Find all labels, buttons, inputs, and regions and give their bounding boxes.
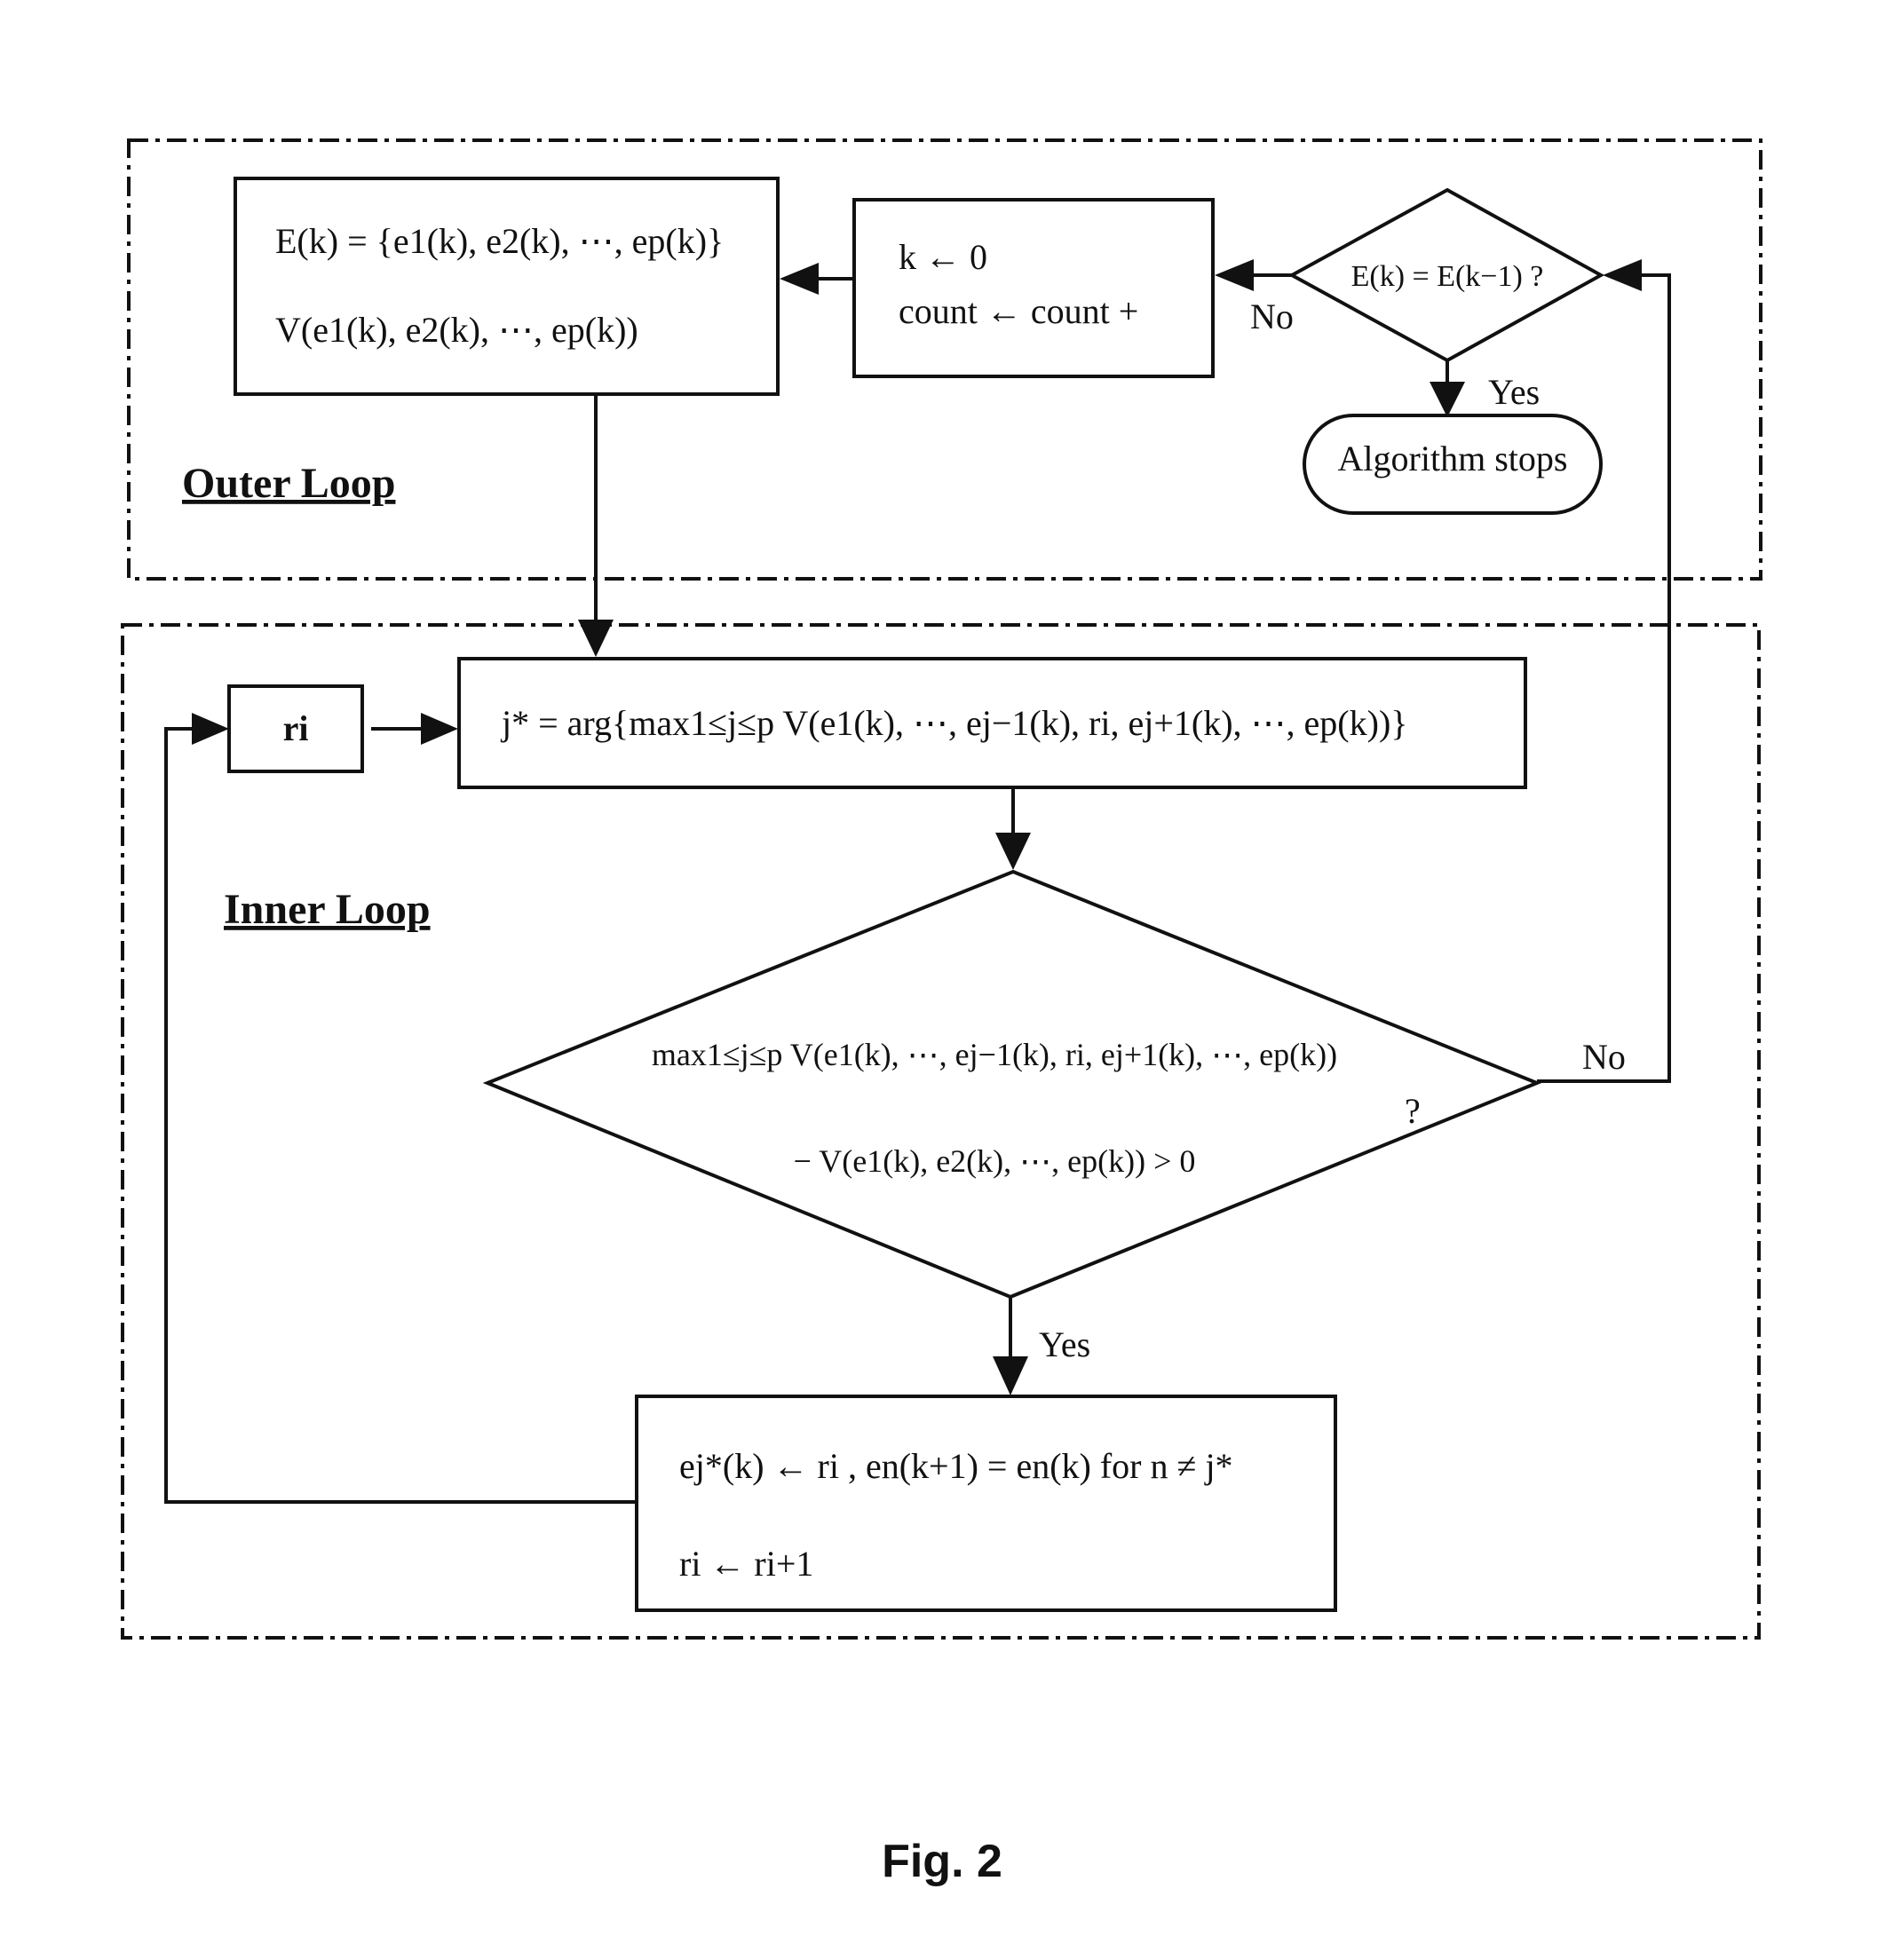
- arrowhead: [1215, 259, 1254, 291]
- flowchart: Outer Loop Inner Loop E(k) = {e1(k), e2(…: [121, 138, 1762, 1887]
- stop-text: Algorithm stops: [1338, 439, 1568, 478]
- converged-text: E(k) = E(k−1) ?: [1351, 260, 1544, 293]
- node-stop: Algorithm stops: [1303, 414, 1603, 515]
- figure-caption: Fig. 2: [882, 1836, 1002, 1887]
- node-update: ej*(k) ← ri , en(k+1) = en(k) for n ≠ j*…: [635, 1395, 1337, 1612]
- arrowhead: [1430, 382, 1465, 417]
- arrowhead: [780, 263, 819, 295]
- outer-loop-label: Outer Loop: [182, 460, 395, 507]
- node-converged: E(k) = E(k−1) ?: [1287, 187, 1605, 363]
- arrowhead: [993, 1356, 1028, 1395]
- improve-yes-label: Yes: [1039, 1324, 1090, 1364]
- e-set-line2: V(e1(k), e2(k), ⋯, ep(k)): [275, 310, 638, 350]
- arrowhead: [421, 713, 458, 745]
- init-line2: count ← count +: [899, 291, 1138, 331]
- arrowhead: [1603, 259, 1642, 291]
- arrowhead: [192, 713, 229, 745]
- argmax-text: j* = arg{max1≤j≤p V(e1(k), ⋯, ej−1(k), r…: [500, 703, 1407, 743]
- init-line1: k ← 0: [899, 237, 987, 277]
- e-set-line1: E(k) = {e1(k), e2(k), ⋯, ep(k)}: [275, 221, 724, 261]
- improve-line2: − V(e1(k), e2(k), ⋯, ep(k)) > 0: [794, 1143, 1196, 1179]
- converged-yes-label: Yes: [1488, 372, 1540, 412]
- node-ri: ri: [227, 684, 364, 773]
- improve-question: ?: [1405, 1091, 1421, 1131]
- ri-text: ri: [283, 708, 309, 748]
- inner-loop-label: Inner Loop: [224, 886, 431, 933]
- improve-line1: max1≤j≤p V(e1(k), ⋯, ej−1(k), ri, ej+1(k…: [652, 1037, 1337, 1072]
- node-argmax: j* = arg{max1≤j≤p V(e1(k), ⋯, ej−1(k), r…: [457, 657, 1527, 789]
- edge-improve-no: [1537, 273, 1671, 1083]
- node-improve: max1≤j≤p V(e1(k), ⋯, ej−1(k), ri, ej+1(k…: [482, 869, 1542, 1300]
- node-init: k ← 0 count ← count +: [852, 198, 1215, 378]
- update-line2: ri ← ri+1: [679, 1544, 813, 1584]
- arrowhead: [995, 833, 1031, 870]
- update-line1: ej*(k) ← ri , en(k+1) = en(k) for n ≠ j*: [679, 1446, 1233, 1486]
- improve-no-label: No: [1582, 1037, 1626, 1077]
- node-e-set: E(k) = {e1(k), e2(k), ⋯, ep(k)} V(e1(k),…: [234, 177, 780, 396]
- arrowhead: [578, 620, 614, 657]
- converged-no-label: No: [1250, 296, 1294, 336]
